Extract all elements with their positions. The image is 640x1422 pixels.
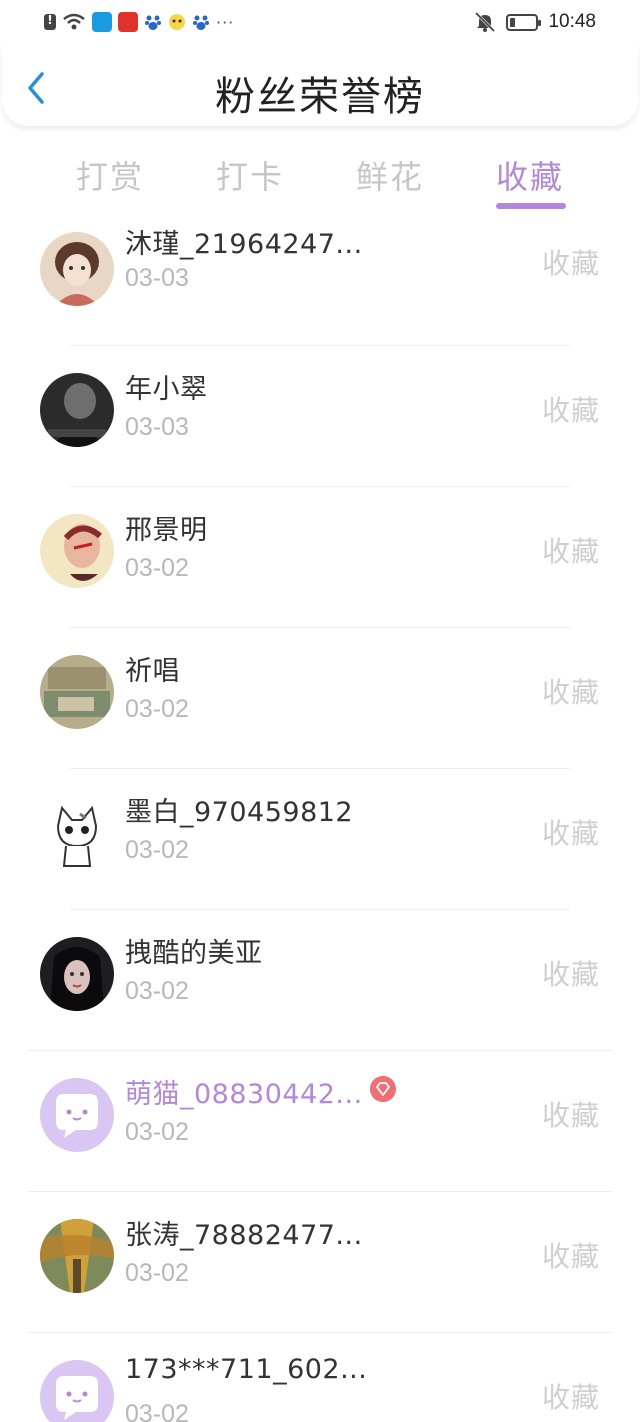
more-icon: ··· [216, 12, 235, 32]
fan-name: 邢景明 [125, 515, 208, 546]
app-icon [169, 14, 185, 30]
app-icon [92, 12, 112, 32]
favorite-action-label: 收藏 [541, 958, 600, 991]
avatar [40, 655, 114, 729]
fan-date: 03-02 [125, 695, 189, 723]
divider [70, 627, 570, 628]
status-time: 10:48 [548, 11, 596, 32]
list-item[interactable]: 年小翠 03-03 收藏 [0, 355, 640, 496]
avatar [40, 1219, 114, 1293]
fan-date: 03-02 [125, 1118, 189, 1146]
fan-name: 拽酷的美亚 [125, 938, 263, 969]
divider [28, 1050, 612, 1051]
divider [70, 486, 570, 487]
list-item[interactable]: 173***711_602... 03-02 收藏 [0, 1342, 640, 1422]
avatar [40, 1360, 114, 1422]
list-item[interactable]: 萌猫_08830442... 03-02 收藏 [0, 1060, 640, 1201]
avatar [40, 514, 114, 588]
fan-date: 03-03 [125, 413, 189, 441]
favorite-action-label: 收藏 [541, 1099, 600, 1132]
wifi-icon [63, 13, 85, 30]
list-item[interactable]: 祈唱 03-02 收藏 [0, 637, 640, 778]
fan-name: 张涛_78882477... [125, 1220, 363, 1251]
battery-icon [506, 13, 542, 31]
diamond-badge-icon [370, 1076, 396, 1102]
list-item[interactable]: 张涛_78882477... 03-02 收藏 [0, 1201, 640, 1342]
divider [28, 1191, 612, 1192]
list-item[interactable]: 墨白_970459812 03-02 收藏 [0, 778, 640, 919]
avatar [40, 937, 114, 1011]
favorite-action-label: 收藏 [541, 1381, 600, 1414]
favorite-action-label: 收藏 [541, 817, 600, 850]
favorite-action-label: 收藏 [541, 247, 600, 280]
divider [70, 345, 570, 346]
fan-date: 03-02 [125, 836, 189, 864]
active-tab-indicator [496, 203, 566, 209]
fan-date: 03-02 [125, 977, 189, 1005]
fan-name: 沐瑾_21964247... [125, 229, 363, 260]
paw-icon [145, 15, 161, 30]
avatar [40, 1078, 114, 1152]
tab-checkin[interactable]: 打卡 [216, 152, 284, 198]
fan-name: 年小翠 [125, 374, 208, 405]
divider [28, 1332, 612, 1333]
divider [70, 909, 570, 910]
status-icons-left: ··· [44, 10, 234, 34]
fan-date: 03-02 [125, 1400, 189, 1422]
fan-date: 03-03 [125, 264, 189, 292]
favorite-action-label: 收藏 [541, 535, 600, 568]
fan-name: 墨白_970459812 [125, 797, 354, 828]
favorite-action-label: 收藏 [541, 676, 600, 709]
status-icons-right: 10:48 [474, 10, 596, 34]
tab-bar: 打赏 打卡 鲜花 收藏 [0, 140, 640, 212]
tab-reward[interactable]: 打赏 [76, 152, 144, 198]
avatar [40, 232, 114, 306]
status-bar: ··· 10:48 [0, 0, 640, 44]
avatar [40, 796, 114, 870]
fan-date: 03-02 [125, 554, 189, 582]
avatar [40, 373, 114, 447]
tab-flower[interactable]: 鲜花 [356, 152, 424, 198]
divider [70, 768, 570, 769]
app-icon [118, 12, 138, 32]
app-header: 粉丝荣誉榜 [2, 44, 638, 126]
paw-icon [193, 15, 209, 30]
tab-favorite[interactable]: 收藏 [496, 152, 564, 198]
fan-date: 03-02 [125, 1259, 189, 1287]
list-item[interactable]: 邢景明 03-02 收藏 [0, 496, 640, 637]
favorite-action-label: 收藏 [541, 1240, 600, 1273]
fan-name: 祈唱 [125, 656, 180, 687]
alert-icon [44, 13, 56, 30]
list-item[interactable]: 拽酷的美亚 03-02 收藏 [0, 919, 640, 1060]
fan-name: 萌猫_08830442... [125, 1079, 363, 1110]
page-title: 粉丝荣誉榜 [215, 74, 425, 120]
fan-name: 173***711_602... [125, 1354, 368, 1385]
list-item[interactable]: 沐瑾_21964247... 03-03 收藏 [0, 226, 640, 355]
fan-list: 沐瑾_21964247... 03-03 收藏 年小翠 03-03 收藏 邢景明… [0, 226, 640, 1422]
favorite-action-label: 收藏 [541, 394, 600, 427]
mute-icon [475, 11, 496, 33]
